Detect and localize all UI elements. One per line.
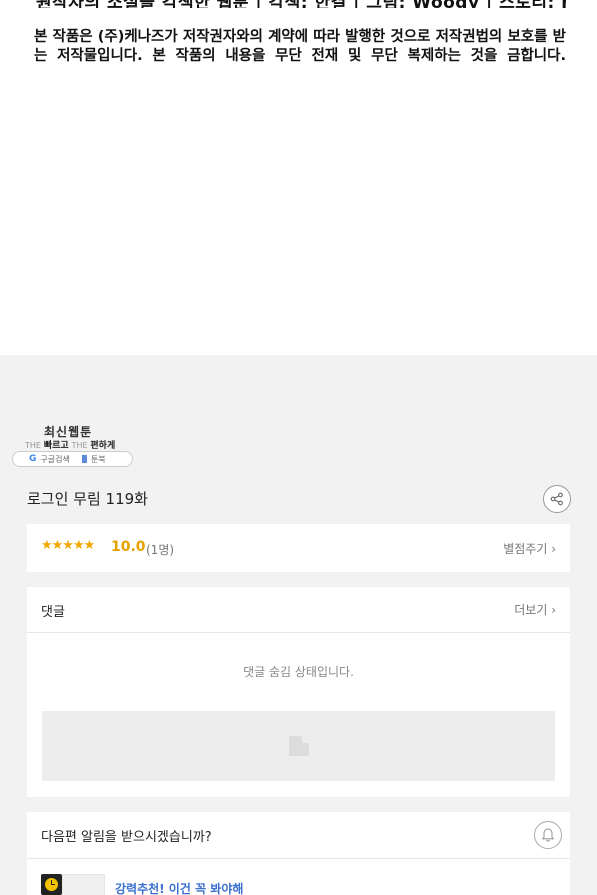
google-icon: G	[29, 454, 37, 464]
notify-question: 다음편 알림을 받으시겠습니까?	[41, 830, 212, 845]
site-badge[interactable]: 최신웹툰 THE 빠르고 THE 편하게 G 구글검색 툰북	[12, 421, 134, 468]
comment-ad-placeholder	[42, 711, 555, 781]
rating-score: 10.0	[111, 539, 146, 555]
notify-bell-button[interactable]	[534, 821, 562, 849]
rating-count: (1명)	[146, 543, 175, 557]
image-placeholder-icon	[289, 736, 309, 756]
book-icon	[81, 455, 87, 463]
comment-card: 댓글 더보기 › 댓글 숨김 상태입니다.	[27, 587, 570, 797]
comic-strip: 원작자의 소설을 각색한 웹툰 | 각색: 한결 | 그림: Woody | 스…	[0, 0, 597, 355]
badge-search-pill[interactable]: G 구글검색 툰북	[12, 451, 133, 467]
bell-icon	[541, 828, 555, 842]
recommend-row[interactable]: 강력추천! 이건 꼭 봐야해	[27, 858, 570, 895]
notify-card: 다음편 알림을 받으시겠습니까? 강력추천! 이건 꼭 봐야해	[27, 812, 570, 895]
rating-stars: ★★★★★	[41, 538, 95, 553]
rate-button[interactable]: 별점주기 ›	[503, 540, 556, 557]
recommend-thumbnail[interactable]	[62, 874, 105, 895]
share-icon	[550, 492, 563, 506]
google-search-label: 구글검색	[40, 454, 70, 464]
clock-icon	[41, 874, 62, 895]
comment-title: 댓글	[41, 605, 65, 620]
episode-title: 로그인 무림 119화	[27, 490, 148, 508]
toonbook-label: 툰북	[90, 454, 106, 464]
badge-slogan: THE 빠르고 THE 편하게	[25, 441, 116, 451]
comment-header: 댓글 더보기 ›	[27, 587, 570, 633]
comment-hidden-message: 댓글 숨김 상태입니다.	[243, 665, 354, 679]
share-button[interactable]	[543, 485, 571, 513]
rating-card: ★★★★★ 10.0 (1명) 별점주기 ›	[27, 524, 570, 572]
comic-credit-line: 원작자의 소설을 각색한 웹툰 | 각색: 한결 | 그림: Woody | 스…	[36, 0, 566, 8]
comment-more-link[interactable]: 더보기 ›	[514, 601, 556, 618]
notify-header: 다음편 알림을 받으시겠습니까?	[27, 812, 570, 858]
recommend-link[interactable]: 강력추천! 이건 꼭 봐야해	[115, 880, 243, 895]
copyright-notice: 본 작품은 (주)케나즈가 저작권자와의 계약에 따라 발행한 것으로 저작권법…	[34, 29, 566, 64]
